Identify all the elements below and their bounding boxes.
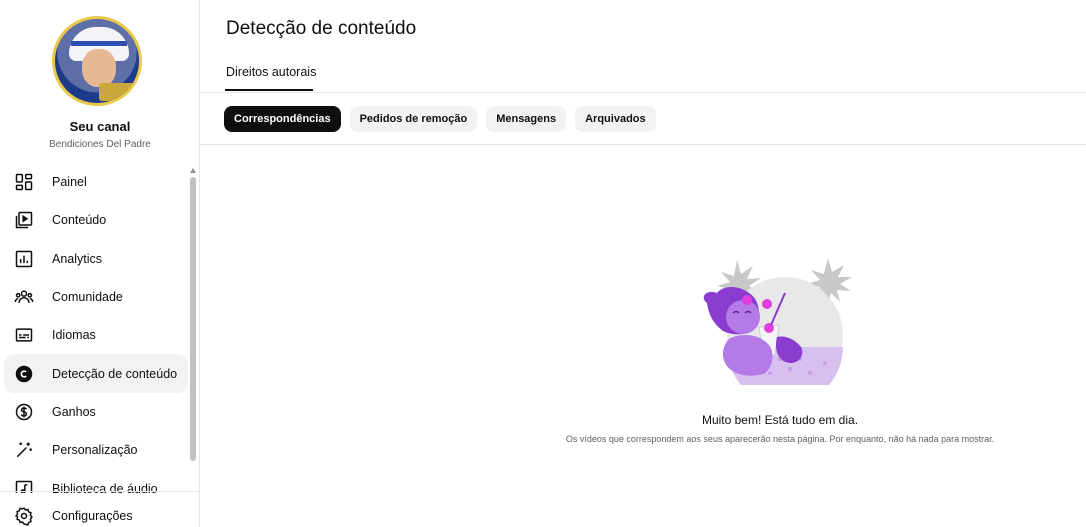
sidebar-item-analytics[interactable]: Analytics (4, 240, 188, 278)
sidebar-item-painel[interactable]: Painel (4, 163, 188, 201)
sidebar-item-label: Analytics (52, 251, 103, 266)
divider (200, 92, 1086, 93)
tab-direitos-autorais[interactable]: Direitos autorais (226, 65, 316, 79)
sidebar-item-conteudo[interactable]: Conteúdo (4, 201, 188, 239)
sidebar: Seu canal Bendiciones Del Padre Painel C… (0, 0, 200, 527)
sidebar-item-label: Idiomas (52, 328, 96, 343)
dollar-icon (12, 400, 36, 424)
sidebar-item-deteccao-de-conteudo[interactable]: Detecção de conteúdo (4, 354, 188, 393)
content-icon (12, 208, 36, 232)
subtitles-icon (12, 323, 36, 347)
filter-chips: Correspondências Pedidos de remoção Mens… (224, 106, 656, 132)
divider (200, 144, 1086, 145)
chip-pedidos-de-remocao[interactable]: Pedidos de remoção (349, 106, 478, 132)
sidebar-nav: Painel Conteúdo Analytics Comunidade Idi… (4, 163, 188, 493)
empty-state-subtitle: Os vídeos que correspondem aos seus apar… (565, 434, 995, 444)
sidebar-item-configuracoes[interactable]: Configurações (4, 497, 188, 527)
active-tab-indicator (225, 89, 313, 91)
sidebar-item-comunidade[interactable]: Comunidade (4, 278, 188, 316)
chip-correspondencias[interactable]: Correspondências (224, 106, 341, 132)
chip-mensagens[interactable]: Mensagens (486, 106, 567, 132)
dashboard-icon (12, 170, 36, 194)
scroll-up-arrow-icon[interactable] (190, 168, 196, 173)
sidebar-scrollbar[interactable] (189, 168, 197, 464)
sidebar-item-label: Comunidade (52, 290, 123, 305)
scroll-thumb[interactable] (190, 177, 196, 461)
magic-wand-icon (12, 438, 36, 462)
channel-name: Bendiciones Del Padre (49, 139, 151, 150)
sidebar-item-biblioteca-de-audio[interactable]: Biblioteca de áudio (4, 469, 188, 493)
empty-state-title: Muito bem! Está tudo em dia. (701, 413, 859, 427)
sidebar-item-label: Configurações (52, 509, 133, 523)
sidebar-item-label: Personalização (52, 443, 138, 458)
channel-avatar[interactable] (52, 16, 142, 106)
sidebar-item-label: Detecção de conteúdo (52, 366, 178, 381)
gear-icon (12, 504, 36, 527)
copyright-icon (12, 362, 36, 386)
sidebar-item-label: Conteúdo (52, 213, 107, 228)
empty-state-illustration (695, 255, 865, 405)
chip-arquivados[interactable]: Arquivados (575, 106, 656, 132)
sidebar-item-personalizacao[interactable]: Personalização (4, 431, 188, 469)
page-title: Detecção de conteúdo (226, 18, 417, 39)
community-icon (12, 285, 36, 309)
sidebar-item-idiomas[interactable]: Idiomas (4, 316, 188, 354)
sidebar-item-label: Painel (52, 175, 87, 190)
sidebar-item-label: Ganhos (52, 404, 96, 419)
analytics-icon (12, 247, 36, 271)
sidebar-item-ganhos[interactable]: Ganhos (4, 393, 188, 431)
channel-title: Seu canal (69, 119, 131, 134)
divider (0, 491, 199, 492)
